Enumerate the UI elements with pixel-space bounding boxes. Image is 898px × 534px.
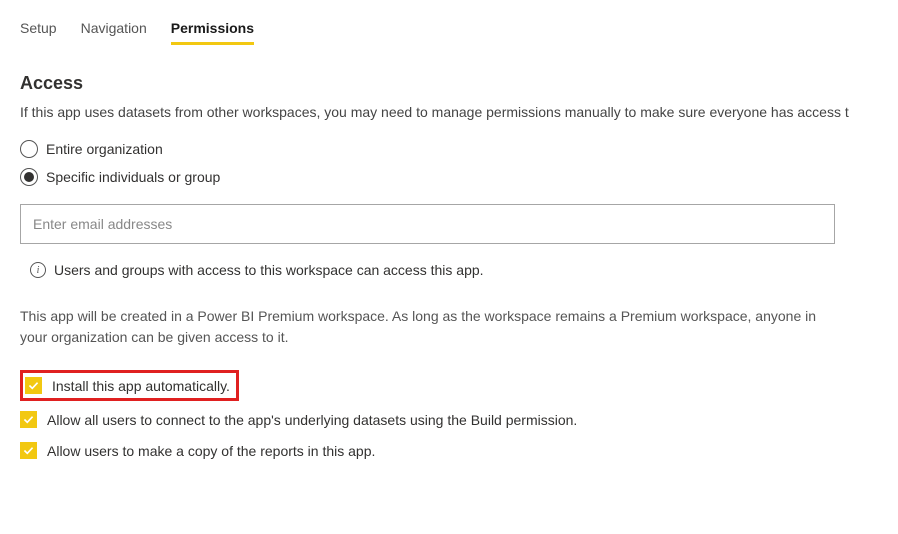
checkbox-allow-copy[interactable]: Allow users to make a copy of the report… [20,442,878,459]
radio-circle-icon [20,140,38,158]
checkbox-checked-icon [20,442,37,459]
checkbox-label: Install this app automatically. [52,378,230,394]
checkbox-checked-icon [20,411,37,428]
access-heading: Access [20,73,878,94]
tab-permissions[interactable]: Permissions [171,20,254,45]
checkbox-label: Allow all users to connect to the app's … [47,412,577,428]
radio-label: Specific individuals or group [46,169,220,185]
tab-setup[interactable]: Setup [20,20,57,45]
radio-circle-selected-icon [20,168,38,186]
tab-bar: Setup Navigation Permissions [20,20,878,45]
info-icon: i [30,262,46,278]
radio-specific-individuals[interactable]: Specific individuals or group [20,168,878,186]
tab-navigation[interactable]: Navigation [81,20,147,45]
access-description: If this app uses datasets from other wor… [20,104,878,120]
checkbox-allow-connect[interactable]: Allow all users to connect to the app's … [20,411,878,428]
highlight-annotation: Install this app automatically. [20,370,239,401]
info-row: i Users and groups with access to this w… [30,262,878,278]
checkbox-checked-icon [25,377,42,394]
radio-label: Entire organization [46,141,163,157]
info-text: Users and groups with access to this wor… [54,262,484,278]
radio-entire-organization[interactable]: Entire organization [20,140,878,158]
premium-workspace-note: This app will be created in a Power BI P… [20,306,820,348]
checkbox-install-automatically[interactable]: Install this app automatically. [25,377,230,394]
checkbox-label: Allow users to make a copy of the report… [47,443,375,459]
email-addresses-input[interactable] [20,204,835,244]
